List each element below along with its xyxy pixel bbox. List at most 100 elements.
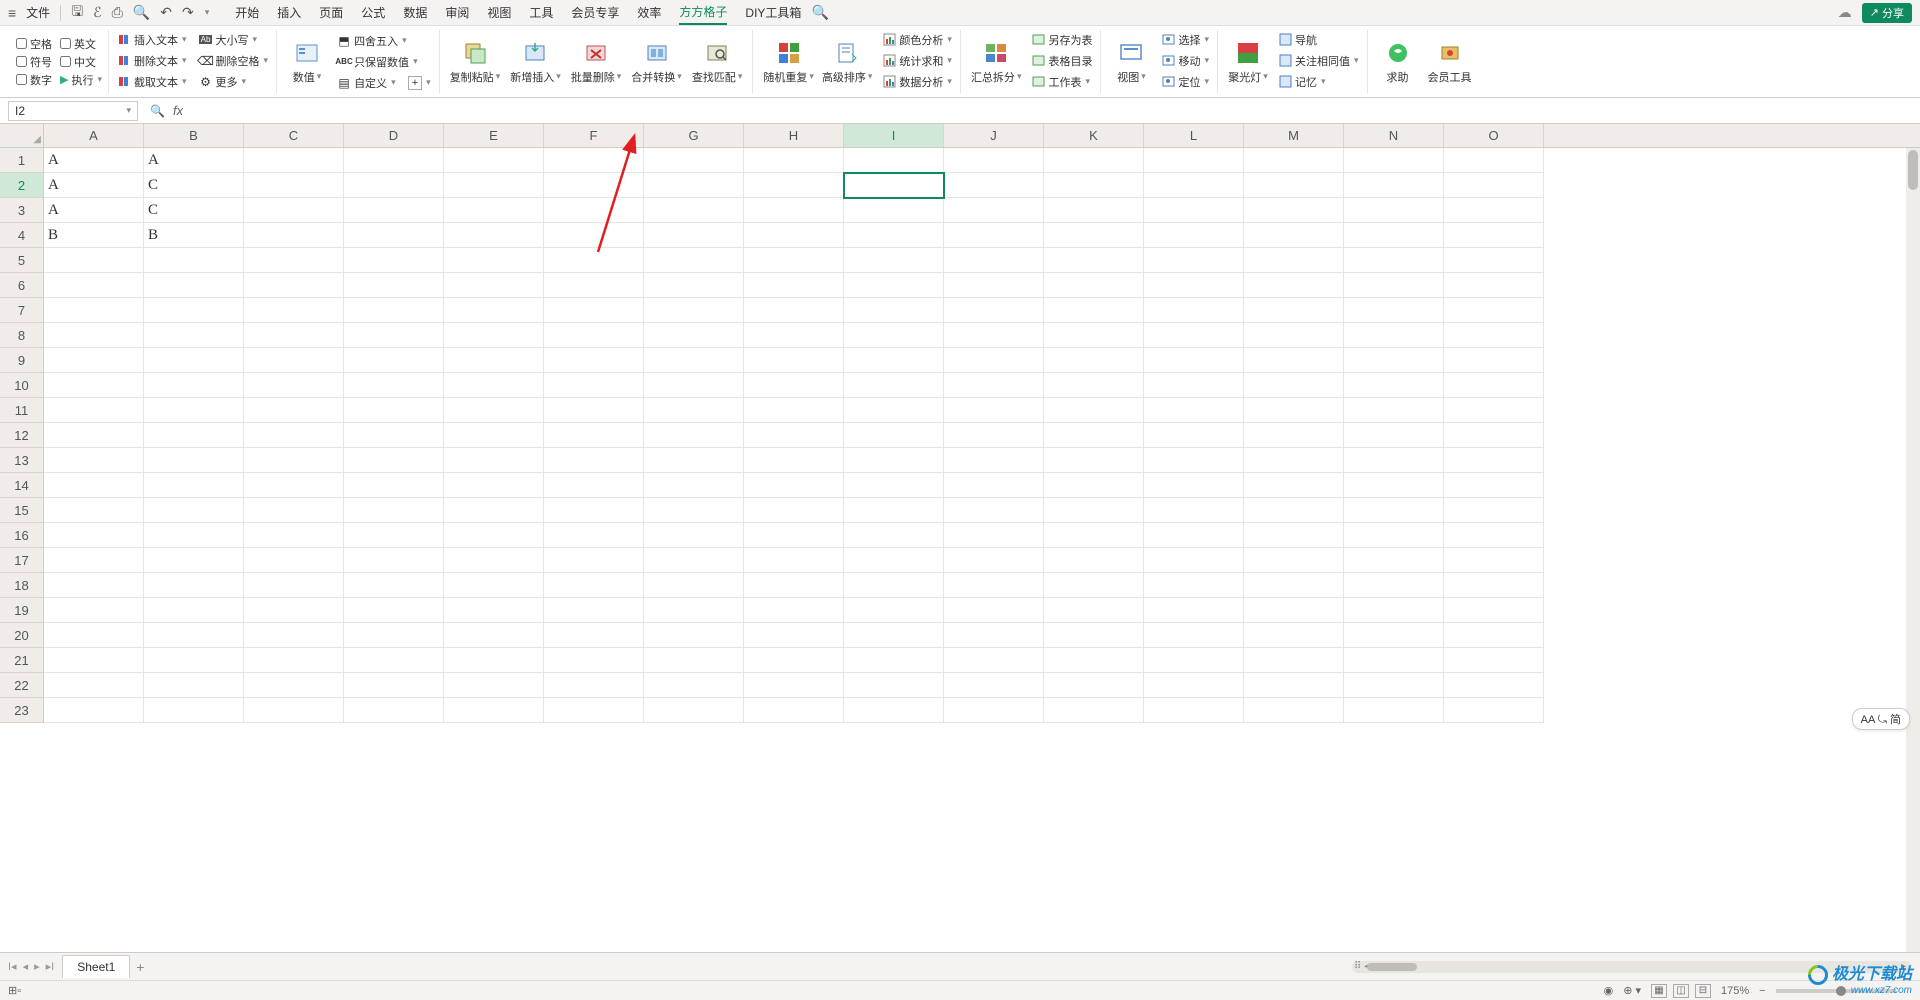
cell-B14[interactable] xyxy=(144,473,244,498)
cell-K23[interactable] xyxy=(1044,698,1144,723)
check-英文[interactable]: 英文 xyxy=(60,36,96,52)
view-normal-icon[interactable]: ▦ xyxy=(1651,984,1667,998)
cell-A19[interactable] xyxy=(44,598,144,623)
cell-C14[interactable] xyxy=(244,473,344,498)
btn-删除文本[interactable]: 删除文本▾ xyxy=(115,51,189,70)
cell-B20[interactable] xyxy=(144,623,244,648)
numeric-button[interactable]: 数值▾ xyxy=(283,37,331,87)
cell-M19[interactable] xyxy=(1244,598,1344,623)
cell-N20[interactable] xyxy=(1344,623,1444,648)
cell-E7[interactable] xyxy=(444,298,544,323)
checkbox-数字[interactable] xyxy=(16,74,27,85)
cell-N3[interactable] xyxy=(1344,198,1444,223)
cell-M13[interactable] xyxy=(1244,448,1344,473)
cell-A22[interactable] xyxy=(44,673,144,698)
plus-icon[interactable]: + xyxy=(408,76,422,90)
row-header-7[interactable]: 7 xyxy=(0,298,44,323)
row-header-3[interactable]: 3 xyxy=(0,198,44,223)
cell-E13[interactable] xyxy=(444,448,544,473)
cell-C16[interactable] xyxy=(244,523,344,548)
row-header-23[interactable]: 23 xyxy=(0,698,44,723)
row-header-11[interactable]: 11 xyxy=(0,398,44,423)
cell-I13[interactable] xyxy=(844,448,944,473)
cell-G14[interactable] xyxy=(644,473,744,498)
cell-O19[interactable] xyxy=(1444,598,1544,623)
cell-G7[interactable] xyxy=(644,298,744,323)
cell-O3[interactable] xyxy=(1444,198,1544,223)
row-header-14[interactable]: 14 xyxy=(0,473,44,498)
cell-C6[interactable] xyxy=(244,273,344,298)
cell-J18[interactable] xyxy=(944,573,1044,598)
cell-E14[interactable] xyxy=(444,473,544,498)
cell-O23[interactable] xyxy=(1444,698,1544,723)
cell-G15[interactable] xyxy=(644,498,744,523)
checkbox-空格[interactable] xyxy=(16,38,27,49)
sheet-tab-sheet1[interactable]: Sheet1 xyxy=(62,955,130,978)
cell-O17[interactable] xyxy=(1444,548,1544,573)
cell-C1[interactable] xyxy=(244,148,344,173)
file-menu[interactable]: 文件 xyxy=(26,4,50,21)
cell-A3[interactable]: A xyxy=(44,198,144,223)
cell-L23[interactable] xyxy=(1144,698,1244,723)
cell-K17[interactable] xyxy=(1044,548,1144,573)
cell-L16[interactable] xyxy=(1144,523,1244,548)
cell-D18[interactable] xyxy=(344,573,444,598)
cell-L7[interactable] xyxy=(1144,298,1244,323)
cell-F11[interactable] xyxy=(544,398,644,423)
btn-截取文本[interactable]: 截取文本▾ xyxy=(115,72,189,91)
cell-F16[interactable] xyxy=(544,523,644,548)
btn-查找匹配[interactable]: 查找匹配▾ xyxy=(688,30,747,93)
cell-H17[interactable] xyxy=(744,548,844,573)
row-header-18[interactable]: 18 xyxy=(0,573,44,598)
cell-N1[interactable] xyxy=(1344,148,1444,173)
cell-H14[interactable] xyxy=(744,473,844,498)
cell-E6[interactable] xyxy=(444,273,544,298)
cell-A2[interactable]: A xyxy=(44,173,144,198)
vertical-scrollbar[interactable] xyxy=(1906,148,1920,952)
cell-L2[interactable] xyxy=(1144,173,1244,198)
cell-M15[interactable] xyxy=(1244,498,1344,523)
cell-B7[interactable] xyxy=(144,298,244,323)
tab-页面[interactable]: 页面 xyxy=(319,1,343,24)
cell-A11[interactable] xyxy=(44,398,144,423)
btn-插入文本[interactable]: 插入文本▾ xyxy=(115,30,189,49)
cell-N23[interactable] xyxy=(1344,698,1444,723)
cell-G20[interactable] xyxy=(644,623,744,648)
cell-B17[interactable] xyxy=(144,548,244,573)
cell-H21[interactable] xyxy=(744,648,844,673)
cell-I14[interactable] xyxy=(844,473,944,498)
cell-C21[interactable] xyxy=(244,648,344,673)
cell-J15[interactable] xyxy=(944,498,1044,523)
btn-统计求和[interactable]: 统计求和▾ xyxy=(880,51,954,70)
cell-E1[interactable] xyxy=(444,148,544,173)
cell-C17[interactable] xyxy=(244,548,344,573)
cell-K13[interactable] xyxy=(1044,448,1144,473)
cell-O22[interactable] xyxy=(1444,673,1544,698)
cell-H23[interactable] xyxy=(744,698,844,723)
tab-视图[interactable]: 视图 xyxy=(487,1,511,24)
cell-I16[interactable] xyxy=(844,523,944,548)
cell-D7[interactable] xyxy=(344,298,444,323)
cell-M20[interactable] xyxy=(1244,623,1344,648)
row-header-10[interactable]: 10 xyxy=(0,373,44,398)
col-header-A[interactable]: A xyxy=(44,124,144,147)
cell-L18[interactable] xyxy=(1144,573,1244,598)
cell-G17[interactable] xyxy=(644,548,744,573)
cell-E22[interactable] xyxy=(444,673,544,698)
cell-O18[interactable] xyxy=(1444,573,1544,598)
row-header-15[interactable]: 15 xyxy=(0,498,44,523)
cell-B19[interactable] xyxy=(144,598,244,623)
cell-M12[interactable] xyxy=(1244,423,1344,448)
cell-M16[interactable] xyxy=(1244,523,1344,548)
cell-G4[interactable] xyxy=(644,223,744,248)
cell-K20[interactable] xyxy=(1044,623,1144,648)
cell-F8[interactable] xyxy=(544,323,644,348)
cell-B5[interactable] xyxy=(144,248,244,273)
btn-高级排序[interactable]: 高级排序▾ xyxy=(818,30,877,93)
cell-J19[interactable] xyxy=(944,598,1044,623)
checkbox-中文[interactable] xyxy=(60,56,71,67)
cell-I22[interactable] xyxy=(844,673,944,698)
cell-J5[interactable] xyxy=(944,248,1044,273)
cell-L6[interactable] xyxy=(1144,273,1244,298)
cell-N19[interactable] xyxy=(1344,598,1444,623)
